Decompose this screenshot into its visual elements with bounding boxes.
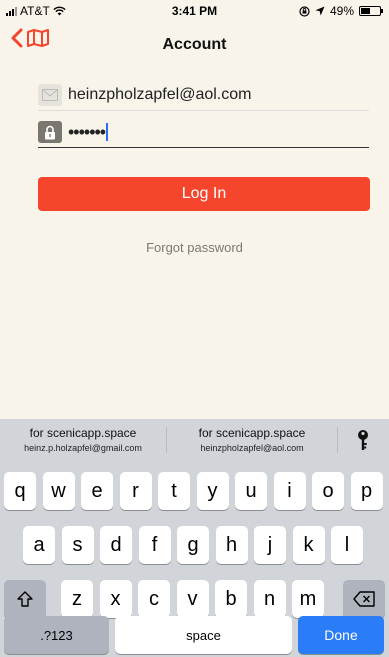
- key-h[interactable]: h: [215, 526, 248, 564]
- lock-icon: [38, 121, 62, 143]
- key-u[interactable]: u: [235, 472, 267, 510]
- key-d[interactable]: d: [100, 526, 132, 564]
- battery-fill: [361, 8, 370, 14]
- numbers-key[interactable]: .?123: [4, 616, 109, 654]
- location-icon: [315, 6, 325, 16]
- envelope-icon: [38, 84, 62, 106]
- orientation-lock-icon: [299, 5, 310, 17]
- suggestion-item[interactable]: for scenicapp.space heinzpholzapfel@aol.…: [167, 419, 337, 461]
- key-q[interactable]: q: [4, 472, 36, 510]
- key-x[interactable]: x: [99, 580, 132, 618]
- keyboard: for scenicapp.space heinz.p.holzapfel@gm…: [0, 419, 389, 657]
- key-c[interactable]: c: [138, 580, 170, 618]
- key-s[interactable]: s: [61, 526, 94, 564]
- key-b[interactable]: b: [215, 580, 247, 618]
- space-key[interactable]: space: [115, 616, 292, 654]
- key-a[interactable]: a: [23, 526, 55, 564]
- key-y[interactable]: y: [196, 472, 229, 510]
- backspace-key[interactable]: [343, 580, 385, 618]
- password-value: •••••••: [68, 121, 106, 142]
- shift-icon: [17, 591, 33, 607]
- password-suggestion-bar: for scenicapp.space heinz.p.holzapfel@gm…: [0, 419, 389, 461]
- key-i[interactable]: i: [273, 472, 306, 510]
- key-v[interactable]: v: [176, 580, 209, 618]
- key-g[interactable]: g: [177, 526, 209, 564]
- suggestion-user: heinz.p.holzapfel@gmail.com: [24, 443, 142, 453]
- backspace-icon: [353, 591, 375, 607]
- battery-icon: [359, 6, 383, 16]
- key-m[interactable]: m: [292, 580, 324, 618]
- key-t[interactable]: t: [158, 472, 190, 510]
- page-title: Account: [162, 36, 227, 53]
- done-key[interactable]: Done: [298, 616, 384, 654]
- email-field[interactable]: heinzpholzapfel@aol.com: [38, 80, 369, 111]
- email-value: heinzpholzapfel@aol.com: [68, 86, 252, 103]
- suggestion-site: for scenicapp.space: [198, 426, 306, 440]
- login-button[interactable]: Log In: [38, 177, 370, 211]
- password-field[interactable]: •••••••: [38, 117, 369, 148]
- forgot-password-link[interactable]: Forgot password: [0, 240, 389, 255]
- key-k[interactable]: k: [292, 526, 325, 564]
- suggestion-user: heinzpholzapfel@aol.com: [200, 443, 304, 453]
- key-z[interactable]: z: [61, 580, 93, 618]
- suggestion-site: for scenicapp.space: [29, 426, 137, 440]
- text-cursor: [106, 123, 109, 141]
- key-n[interactable]: n: [253, 580, 286, 618]
- key-p[interactable]: p: [350, 472, 383, 510]
- nav-bar: Account: [0, 22, 389, 66]
- key-e[interactable]: e: [81, 472, 113, 510]
- status-right: 49%: [299, 4, 383, 18]
- key-w[interactable]: w: [42, 472, 75, 510]
- status-bar: AT&T 3:41 PM 49%: [0, 0, 389, 22]
- battery-percent: 49%: [329, 4, 354, 18]
- key-o[interactable]: o: [312, 472, 344, 510]
- shift-key[interactable]: [4, 580, 46, 618]
- key-r[interactable]: r: [119, 472, 152, 510]
- key-j[interactable]: j: [254, 526, 286, 564]
- password-manager-button[interactable]: [338, 419, 388, 461]
- key-f[interactable]: f: [138, 526, 171, 564]
- key-l[interactable]: l: [331, 526, 363, 564]
- key-icon: [358, 430, 368, 450]
- suggestion-item[interactable]: for scenicapp.space heinz.p.holzapfel@gm…: [0, 419, 166, 461]
